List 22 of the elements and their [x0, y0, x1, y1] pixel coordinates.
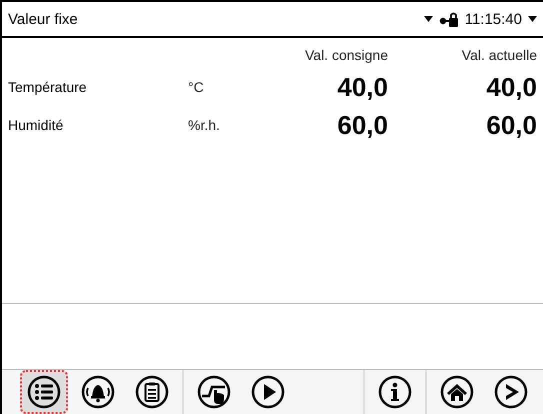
column-header: Val. consigne [304, 46, 388, 65]
unit-label: °C [188, 79, 205, 95]
bell-icon [81, 375, 115, 409]
parameter-label: Température [8, 79, 88, 95]
clipboard-icon [135, 375, 169, 409]
clock-time: 11:15:40 [464, 10, 522, 28]
info-icon [378, 375, 412, 409]
dropdown-caret-icon[interactable] [528, 16, 537, 22]
column-header: Val. actuelle [462, 46, 537, 65]
parameter-label: Humidité [8, 117, 64, 133]
screen-title: Valeur fixe [8, 10, 78, 28]
setpoint-value[interactable]: 40,0 [337, 68, 388, 106]
actual-value: 40,0 [486, 71, 537, 104]
home-icon [440, 375, 474, 409]
unit-label: %r.h. [188, 117, 221, 133]
setpoint-value[interactable]: 60,0 [337, 106, 388, 144]
list-button[interactable] [20, 370, 68, 414]
actual-value: 60,0 [486, 109, 537, 142]
dropdown-caret-icon[interactable] [424, 16, 433, 22]
step-graph-hand-icon [197, 375, 231, 409]
list-icon [27, 375, 61, 409]
play-icon [251, 375, 285, 409]
